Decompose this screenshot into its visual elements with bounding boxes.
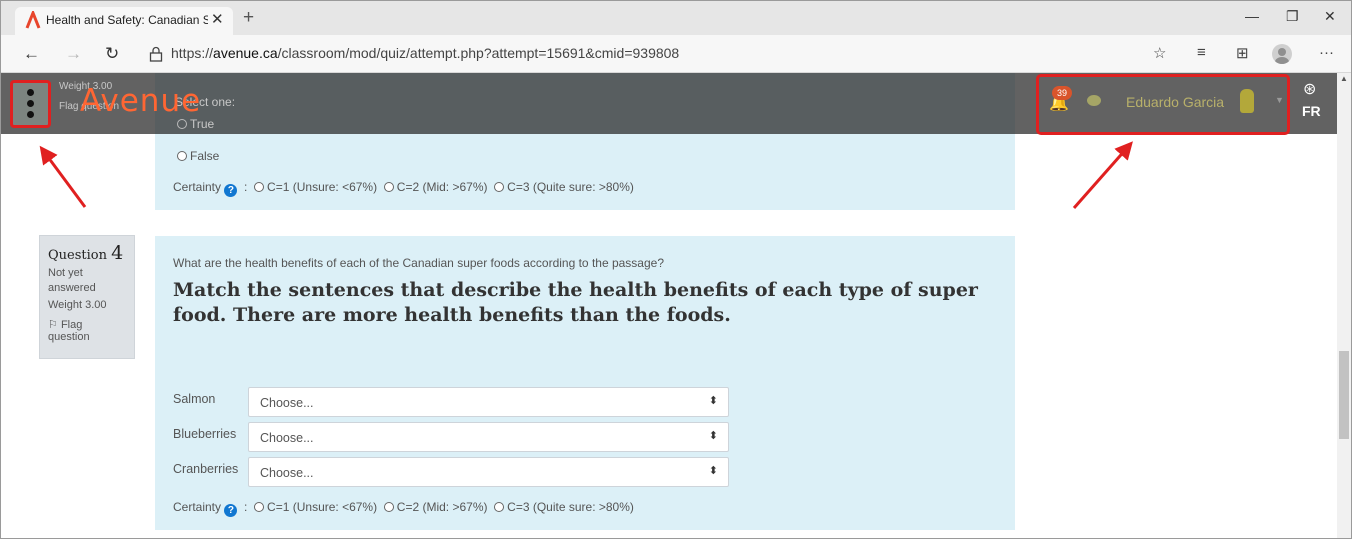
select-cranberries[interactable]: Choose... ⬍ xyxy=(248,457,729,487)
browser-window: Health and Safety: Canadian Sup ✕ + — ❐ … xyxy=(0,0,1352,539)
certainty-row-q4: Certainty ? : C=1 (Unsure: <67%) C=2 (Mi… xyxy=(173,500,634,517)
question-heading: Match the sentences that describe the he… xyxy=(173,279,978,326)
scroll-thumb[interactable] xyxy=(1339,351,1349,439)
select-blueberries[interactable]: Choose... ⬍ xyxy=(248,422,729,452)
certainty-option-1: C=1 (Unsure: <67%) xyxy=(267,500,378,514)
flag-question-link[interactable]: ⚐ Flag question xyxy=(48,318,126,343)
restore-button[interactable]: ❐ xyxy=(1286,8,1299,25)
avatar[interactable] xyxy=(1240,89,1254,113)
language-toggle[interactable]: FR xyxy=(1302,103,1321,119)
help-icon[interactable]: ? xyxy=(224,184,238,197)
certainty-option-2: C=2 (Mid: >67%) xyxy=(396,180,488,194)
close-window-button[interactable]: ✕ xyxy=(1324,8,1336,25)
new-tab-button[interactable]: + xyxy=(243,7,254,29)
chevron-down-icon[interactable]: ▼ xyxy=(1275,95,1284,105)
under-true-option: True xyxy=(177,117,214,131)
url-field[interactable]: https://avenue.ca/classroom/mod/quiz/att… xyxy=(171,45,679,61)
brand-logo[interactable]: Avenue xyxy=(80,83,201,119)
match-label-cranberries: Cranberries xyxy=(173,462,239,476)
menu-button[interactable] xyxy=(10,80,51,128)
page-scrollbar[interactable]: ▲ xyxy=(1337,73,1351,538)
more-icon[interactable]: ··· xyxy=(1319,44,1334,61)
page-content: False Certainty ? : C=1 (Unsure: <67%) C… xyxy=(1,73,1337,538)
refresh-icon[interactable]: ↻ xyxy=(105,44,119,64)
certainty-label: Certainty xyxy=(173,500,222,514)
question-number: Question 4 xyxy=(48,242,126,264)
site-navbar: Weight 3.00 Flag question Select one: Tr… xyxy=(1,73,1337,135)
match-label-blueberries: Blueberries xyxy=(173,427,237,441)
select-value: Choose... xyxy=(260,466,314,480)
minimize-button[interactable]: — xyxy=(1245,8,1259,24)
certainty-radio-2[interactable] xyxy=(383,182,394,192)
lock-icon xyxy=(149,46,163,62)
forward-arrow-icon[interactable]: → xyxy=(65,44,82,64)
url-prefix: https:// xyxy=(171,45,214,61)
match-label-salmon: Salmon xyxy=(173,392,216,406)
star-add-icon[interactable]: ☆ xyxy=(1153,44,1166,62)
tab-close-icon[interactable]: ✕ xyxy=(211,10,224,28)
select-arrow-icon: ⬍ xyxy=(708,430,718,442)
user-name[interactable]: Eduardo Garcia xyxy=(1126,94,1224,110)
select-arrow-icon: ⬍ xyxy=(708,465,718,477)
certainty-option-3: C=3 (Quite sure: >80%) xyxy=(507,180,634,194)
avenue-logo-icon xyxy=(25,11,41,29)
help-icon[interactable]: ? xyxy=(224,504,238,517)
certainty-row-q3: Certainty ? : C=1 (Unsure: <67%) C=2 (Mi… xyxy=(173,180,634,197)
certainty-label: Certainty xyxy=(173,180,222,194)
tab-strip: Health and Safety: Canadian Sup ✕ + — ❐ … xyxy=(1,1,1351,35)
radio-false[interactable] xyxy=(177,151,187,161)
back-arrow-icon[interactable]: ← xyxy=(23,44,40,64)
question-status: Not yet answered xyxy=(48,267,96,294)
menu-dot xyxy=(27,89,34,96)
certainty-radio-3[interactable] xyxy=(494,182,505,192)
favorites-icon[interactable]: ≡ xyxy=(1197,44,1206,61)
collections-icon[interactable]: ⊞ xyxy=(1236,44,1249,62)
notification-badge: 39 xyxy=(1052,86,1072,100)
select-value: Choose... xyxy=(260,431,314,445)
profile-icon[interactable] xyxy=(1272,44,1292,64)
scroll-up-icon[interactable]: ▲ xyxy=(1340,74,1348,83)
certainty-radio-1[interactable] xyxy=(254,182,265,192)
question-weight: Weight 3.00 xyxy=(48,299,107,311)
option-false[interactable]: False xyxy=(177,149,219,163)
browser-tab[interactable]: Health and Safety: Canadian Sup ✕ xyxy=(15,7,233,35)
chat-icon[interactable] xyxy=(1087,95,1101,106)
select-value: Choose... xyxy=(260,396,314,410)
select-arrow-icon: ⬍ xyxy=(708,395,718,407)
certainty-option-3: C=3 (Quite sure: >80%) xyxy=(507,500,634,514)
flag-icon: ⚐ xyxy=(48,319,58,331)
select-salmon[interactable]: Choose... ⬍ xyxy=(248,387,729,417)
menu-dot xyxy=(27,111,34,118)
question4-info: Question 4 Not yet answered Weight 3.00 … xyxy=(39,235,135,359)
globe-icon[interactable]: ⊛ xyxy=(1303,79,1316,99)
address-bar-row: ← → ↻ https://avenue.ca/classroom/mod/qu… xyxy=(1,35,1351,73)
certainty-option-2: C=2 (Mid: >67%) xyxy=(396,500,488,514)
question-prompt: What are the health benefits of each of … xyxy=(173,256,664,270)
certainty-option-1: C=1 (Unsure: <67%) xyxy=(267,180,378,194)
option-false-label: False xyxy=(190,149,220,163)
user-panel: 🔔 39 Eduardo Garcia ▼ xyxy=(1036,74,1290,135)
url-domain: avenue.ca xyxy=(213,45,278,61)
certainty-radio-3[interactable] xyxy=(494,502,505,512)
certainty-radio-1[interactable] xyxy=(254,502,265,512)
menu-dot xyxy=(27,100,34,107)
url-path: /classroom/mod/quiz/attempt.php?attempt=… xyxy=(277,45,680,61)
tab-title: Health and Safety: Canadian Sup xyxy=(46,13,208,27)
question-label: Question xyxy=(48,248,107,263)
certainty-radio-2[interactable] xyxy=(383,502,394,512)
question-num: 4 xyxy=(111,242,124,264)
